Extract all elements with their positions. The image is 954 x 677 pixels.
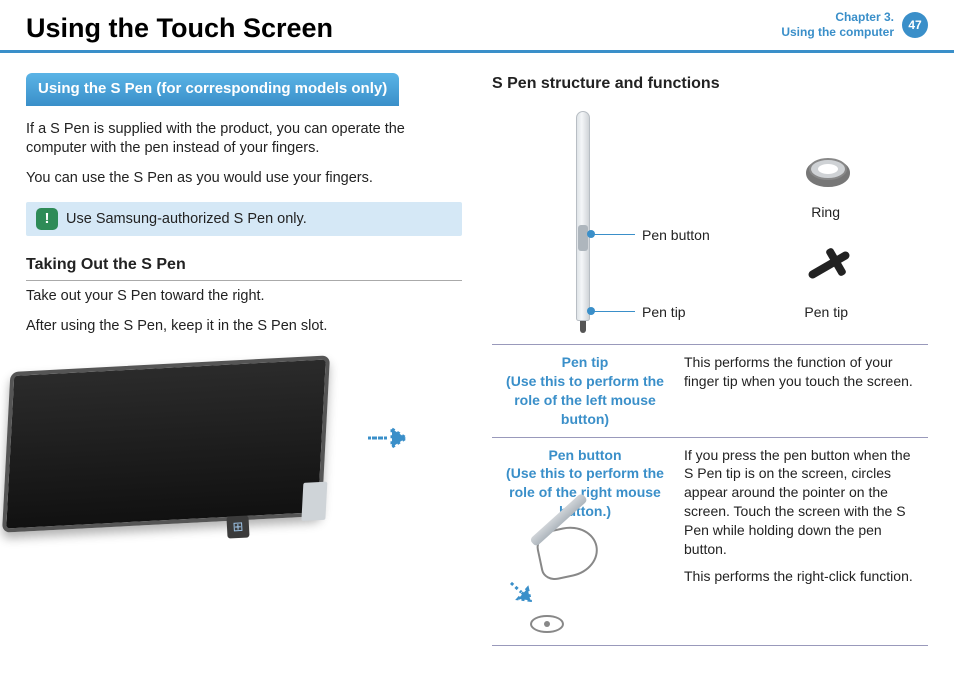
pen-slot-graphic: [301, 482, 327, 521]
val-p1: If you press the pen button when the S P…: [684, 446, 922, 559]
function-table: Pen tip (Use this to perform the role of…: [492, 345, 928, 646]
cell-key-pen-tip: Pen tip (Use this to perform the role of…: [492, 345, 678, 437]
page-title: Using the Touch Screen: [26, 10, 333, 50]
takeout-p2: After using the S Pen, keep it in the S …: [26, 317, 462, 337]
page-number-badge: 47: [902, 12, 928, 38]
caution-note: ! Use Samsung-authorized S Pen only.: [26, 202, 462, 236]
cell-val-pen-button: If you press the pen button when the S P…: [678, 437, 928, 646]
label-nib-pen-tip: Pen tip: [804, 303, 848, 322]
hand-illustration: [498, 527, 618, 637]
ring-graphic: [806, 153, 850, 189]
leader-line: [591, 311, 635, 312]
arrow-down-icon: [500, 574, 539, 613]
tablet-device-graphic: [2, 355, 330, 532]
spen-button-graphic: [578, 225, 588, 251]
windows-key-icon: ⊞: [226, 516, 249, 539]
val-p2: This performs the right-click function.: [684, 567, 922, 586]
table-row: Pen button (Use this to perform the role…: [492, 437, 928, 646]
label-ring: Ring: [811, 203, 840, 222]
intro-paragraph-2: You can use the S Pen as you would use y…: [26, 169, 462, 189]
chapter-line1: Chapter 3.: [781, 10, 894, 25]
section-tag: Using the S Pen (for corresponding model…: [26, 73, 399, 105]
chapter-label: Chapter 3. Using the computer: [781, 10, 894, 40]
right-column: S Pen structure and functions Pen button…: [492, 73, 928, 646]
nib-graphic: [798, 245, 858, 285]
key-title: Pen tip: [498, 353, 672, 372]
spen-body-graphic: [576, 111, 590, 321]
chapter-block: Chapter 3. Using the computer 47: [781, 10, 928, 40]
cell-val-pen-tip: This performs the function of your finge…: [678, 345, 928, 437]
subheading-structure: S Pen structure and functions: [492, 73, 928, 95]
label-pen-tip: Pen tip: [642, 303, 686, 322]
label-pen-button: Pen button: [642, 226, 710, 245]
exclamation-icon: !: [36, 208, 58, 230]
intro-paragraph-1: If a S Pen is supplied with the product,…: [26, 120, 462, 159]
left-column: Using the S Pen (for corresponding model…: [26, 73, 462, 646]
illustration-parts: Pen button Pen tip Ring Pen tip: [492, 105, 928, 345]
page-header: Using the Touch Screen Chapter 3. Using …: [0, 0, 954, 53]
subheading-take-out: Taking Out the S Pen: [26, 254, 462, 281]
cell-key-pen-button: Pen button (Use this to perform the role…: [492, 437, 678, 646]
chapter-line2: Using the computer: [781, 25, 894, 40]
takeout-p1: Take out your S Pen toward the right.: [26, 287, 462, 307]
key-title: Pen button: [498, 446, 672, 465]
spen-tip-graphic: [580, 321, 586, 333]
table-row: Pen tip (Use this to perform the role of…: [492, 345, 928, 437]
arrow-right-icon: [366, 426, 408, 457]
target-icon: [530, 615, 564, 633]
key-subtitle: (Use this to perform the role of the rig…: [498, 464, 672, 521]
illustration-tablet: ⊞: [26, 354, 462, 544]
key-subtitle: (Use this to perform the role of the lef…: [498, 372, 672, 429]
leader-line: [591, 234, 635, 235]
caution-text: Use Samsung-authorized S Pen only.: [66, 210, 307, 230]
